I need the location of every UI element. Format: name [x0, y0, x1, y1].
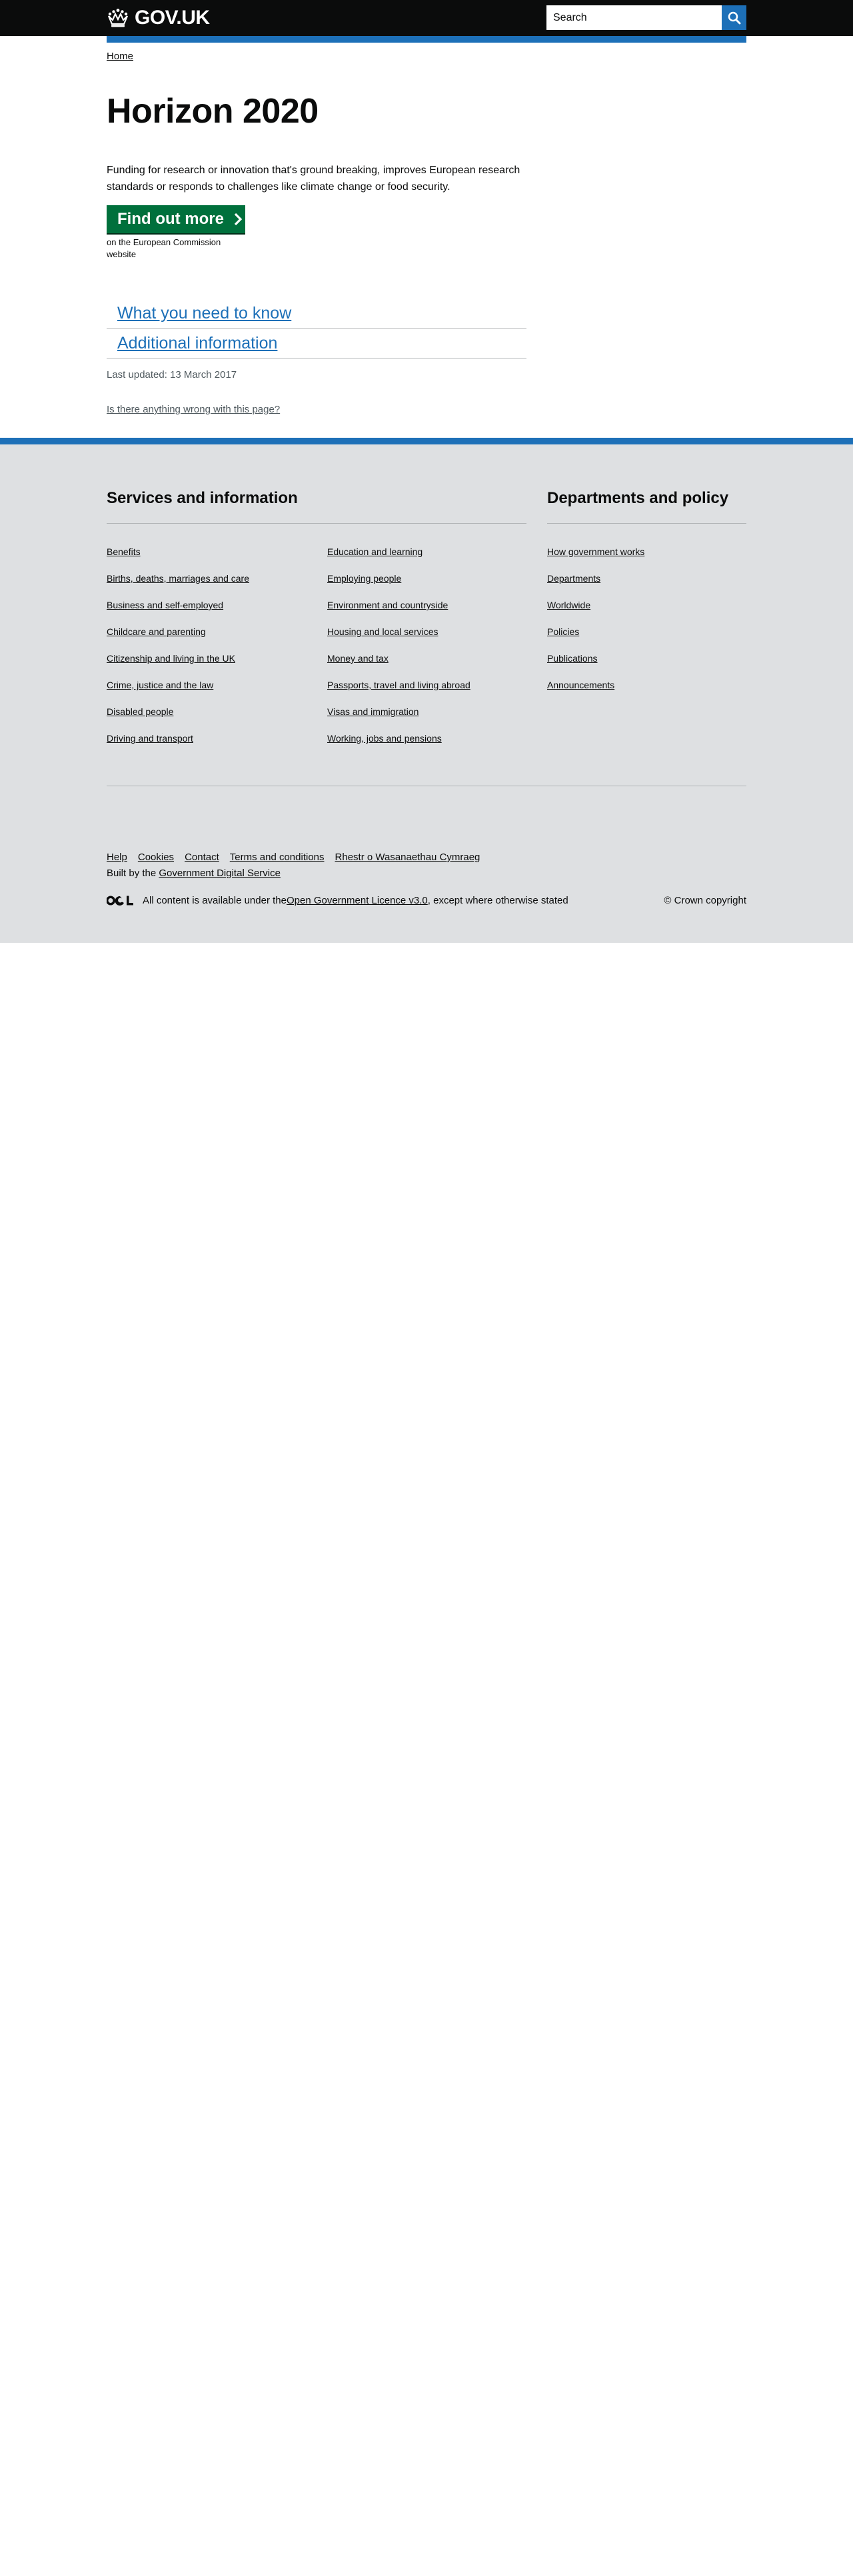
built-by-prefix: Built by the — [107, 868, 159, 879]
built-by: Built by the Government Digital Service — [107, 868, 281, 879]
header-blue-bar — [107, 36, 746, 43]
ogl-icon — [107, 896, 133, 906]
footer-link-announcements[interactable]: Announcements — [547, 680, 614, 690]
departments-divider — [547, 523, 746, 524]
page-title: Horizon 2020 — [107, 92, 319, 131]
gds-link[interactable]: Government Digital Service — [159, 868, 281, 879]
footer-link-citizenship[interactable]: Citizenship and living in the UK — [107, 653, 235, 664]
search-icon — [728, 11, 740, 24]
footer-link-passports[interactable]: Passports, travel and living abroad — [327, 680, 470, 690]
footer-link-childcare[interactable]: Childcare and parenting — [107, 626, 206, 637]
footer-link-contact[interactable]: Contact — [185, 852, 219, 863]
footer-link-terms[interactable]: Terms and conditions — [230, 852, 325, 863]
chevron-right-icon — [233, 213, 243, 226]
licence-statement: All content is available under the Open … — [107, 895, 568, 906]
footer-link-policies[interactable]: Policies — [547, 626, 579, 637]
search-form: Search — [546, 5, 746, 30]
header-container: GOV.UK Search — [107, 0, 746, 36]
footer-link-education[interactable]: Education and learning — [327, 546, 423, 557]
cta-note: on the European Commission website — [107, 237, 221, 259]
site-footer: Services and information Benefits Births… — [0, 438, 853, 943]
contents-item: Additional information — [107, 328, 526, 358]
logo-text: GOV.UK — [135, 7, 210, 29]
services-heading: Services and information — [107, 489, 298, 507]
footer-meta-links: Help Cookies Contact Terms and condition… — [107, 852, 480, 863]
footer-link-births[interactable]: Births, deaths, marriages and care — [107, 573, 249, 584]
footer-container: Services and information Benefits Births… — [107, 444, 746, 943]
licence-prefix: All content is available under the — [143, 895, 287, 906]
footer-link-crime[interactable]: Crime, justice and the law — [107, 680, 213, 690]
contents-item: What you need to know — [107, 299, 526, 328]
footer-link-environment[interactable]: Environment and countryside — [327, 600, 448, 610]
footer-link-money[interactable]: Money and tax — [327, 653, 389, 664]
footer-link-housing[interactable]: Housing and local services — [327, 626, 438, 637]
find-out-more-button[interactable]: Find out more — [107, 205, 245, 233]
services-divider — [107, 523, 526, 524]
breadcrumb-home[interactable]: Home — [107, 51, 133, 62]
find-out-more-label: Find out more — [117, 210, 224, 228]
footer-link-employing[interactable]: Employing people — [327, 573, 401, 584]
site-header: GOV.UK Search — [0, 0, 853, 36]
footer-link-disabled[interactable]: Disabled people — [107, 706, 173, 717]
report-problem-link[interactable]: Is there anything wrong with this page? — [107, 404, 280, 415]
contents-list: What you need to know Additional informa… — [107, 299, 526, 358]
footer-link-worldwide[interactable]: Worldwide — [547, 600, 590, 610]
footer-link-departments[interactable]: Departments — [547, 573, 600, 584]
lead-paragraph: Funding for research or innovation that'… — [107, 165, 520, 193]
footer-link-how-government-works[interactable]: How government works — [547, 546, 644, 557]
search-input[interactable]: Search — [546, 5, 722, 30]
ogl-link[interactable]: Open Government Licence v3.0 — [287, 895, 428, 906]
footer-link-working[interactable]: Working, jobs and pensions — [327, 733, 442, 744]
footer-link-publications[interactable]: Publications — [547, 653, 598, 664]
search-button[interactable] — [722, 5, 746, 30]
footer-link-driving[interactable]: Driving and transport — [107, 733, 193, 744]
footer-link-business[interactable]: Business and self-employed — [107, 600, 223, 610]
licence-suffix: , except where otherwise stated — [427, 895, 568, 906]
footer-link-cookies[interactable]: Cookies — [138, 852, 174, 863]
contents-link-additional-information[interactable]: Additional information — [117, 334, 277, 353]
footer-link-benefits[interactable]: Benefits — [107, 546, 141, 557]
footer-link-welsh-services[interactable]: Rhestr o Wasanaethau Cymraeg — [335, 852, 480, 863]
crown-icon — [107, 9, 129, 27]
footer-link-visas[interactable]: Visas and immigration — [327, 706, 419, 717]
footer-link-help[interactable]: Help — [107, 852, 127, 863]
crown-copyright-link[interactable]: © Crown copyright — [664, 895, 746, 906]
govuk-logo-link[interactable]: GOV.UK — [107, 7, 210, 29]
contents-link-what-you-need-to-know[interactable]: What you need to know — [117, 304, 291, 323]
last-updated: Last updated: 13 March 2017 — [107, 369, 237, 380]
departments-heading: Departments and policy — [547, 489, 729, 507]
